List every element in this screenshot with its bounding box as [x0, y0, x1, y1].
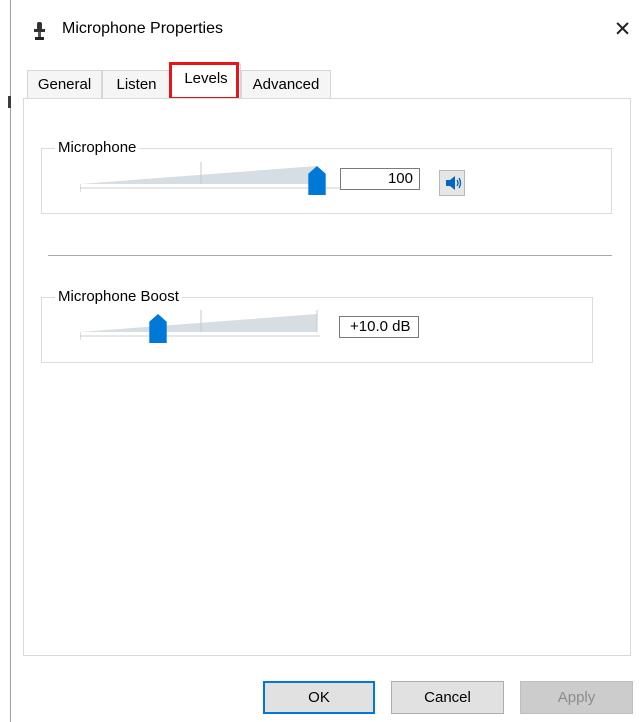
- microphone-level-slider[interactable]: [80, 158, 342, 194]
- mute-button[interactable]: [439, 170, 465, 196]
- microphone-boost-group-label: Microphone Boost: [55, 288, 182, 305]
- window-edge-marker: [8, 96, 11, 108]
- window-left-edge: [10, 0, 11, 722]
- tab-advanced[interactable]: Advanced: [241, 70, 331, 98]
- microphone-icon: [34, 22, 46, 46]
- microphone-slider-thumb[interactable]: [308, 166, 326, 195]
- microphone-boost-slider-thumb[interactable]: [149, 314, 167, 343]
- microphone-level-input[interactable]: 100: [340, 168, 420, 190]
- tab-listen[interactable]: Listen: [102, 70, 171, 98]
- section-separator: [48, 255, 612, 256]
- window-title: Microphone Properties: [62, 20, 223, 37]
- speaker-icon: [446, 176, 462, 190]
- close-icon: ✕: [613, 18, 632, 41]
- apply-button[interactable]: Apply: [520, 681, 633, 714]
- microphone-boost-input[interactable]: +10.0 dB: [339, 316, 419, 338]
- tab-general[interactable]: General: [27, 70, 102, 98]
- microphone-boost-slider[interactable]: [80, 306, 320, 342]
- ok-button[interactable]: OK: [263, 681, 375, 714]
- tab-levels[interactable]: Levels: [171, 64, 241, 99]
- close-button[interactable]: ✕: [606, 10, 639, 50]
- cancel-button[interactable]: Cancel: [391, 681, 504, 714]
- microphone-group-label: Microphone: [55, 139, 140, 156]
